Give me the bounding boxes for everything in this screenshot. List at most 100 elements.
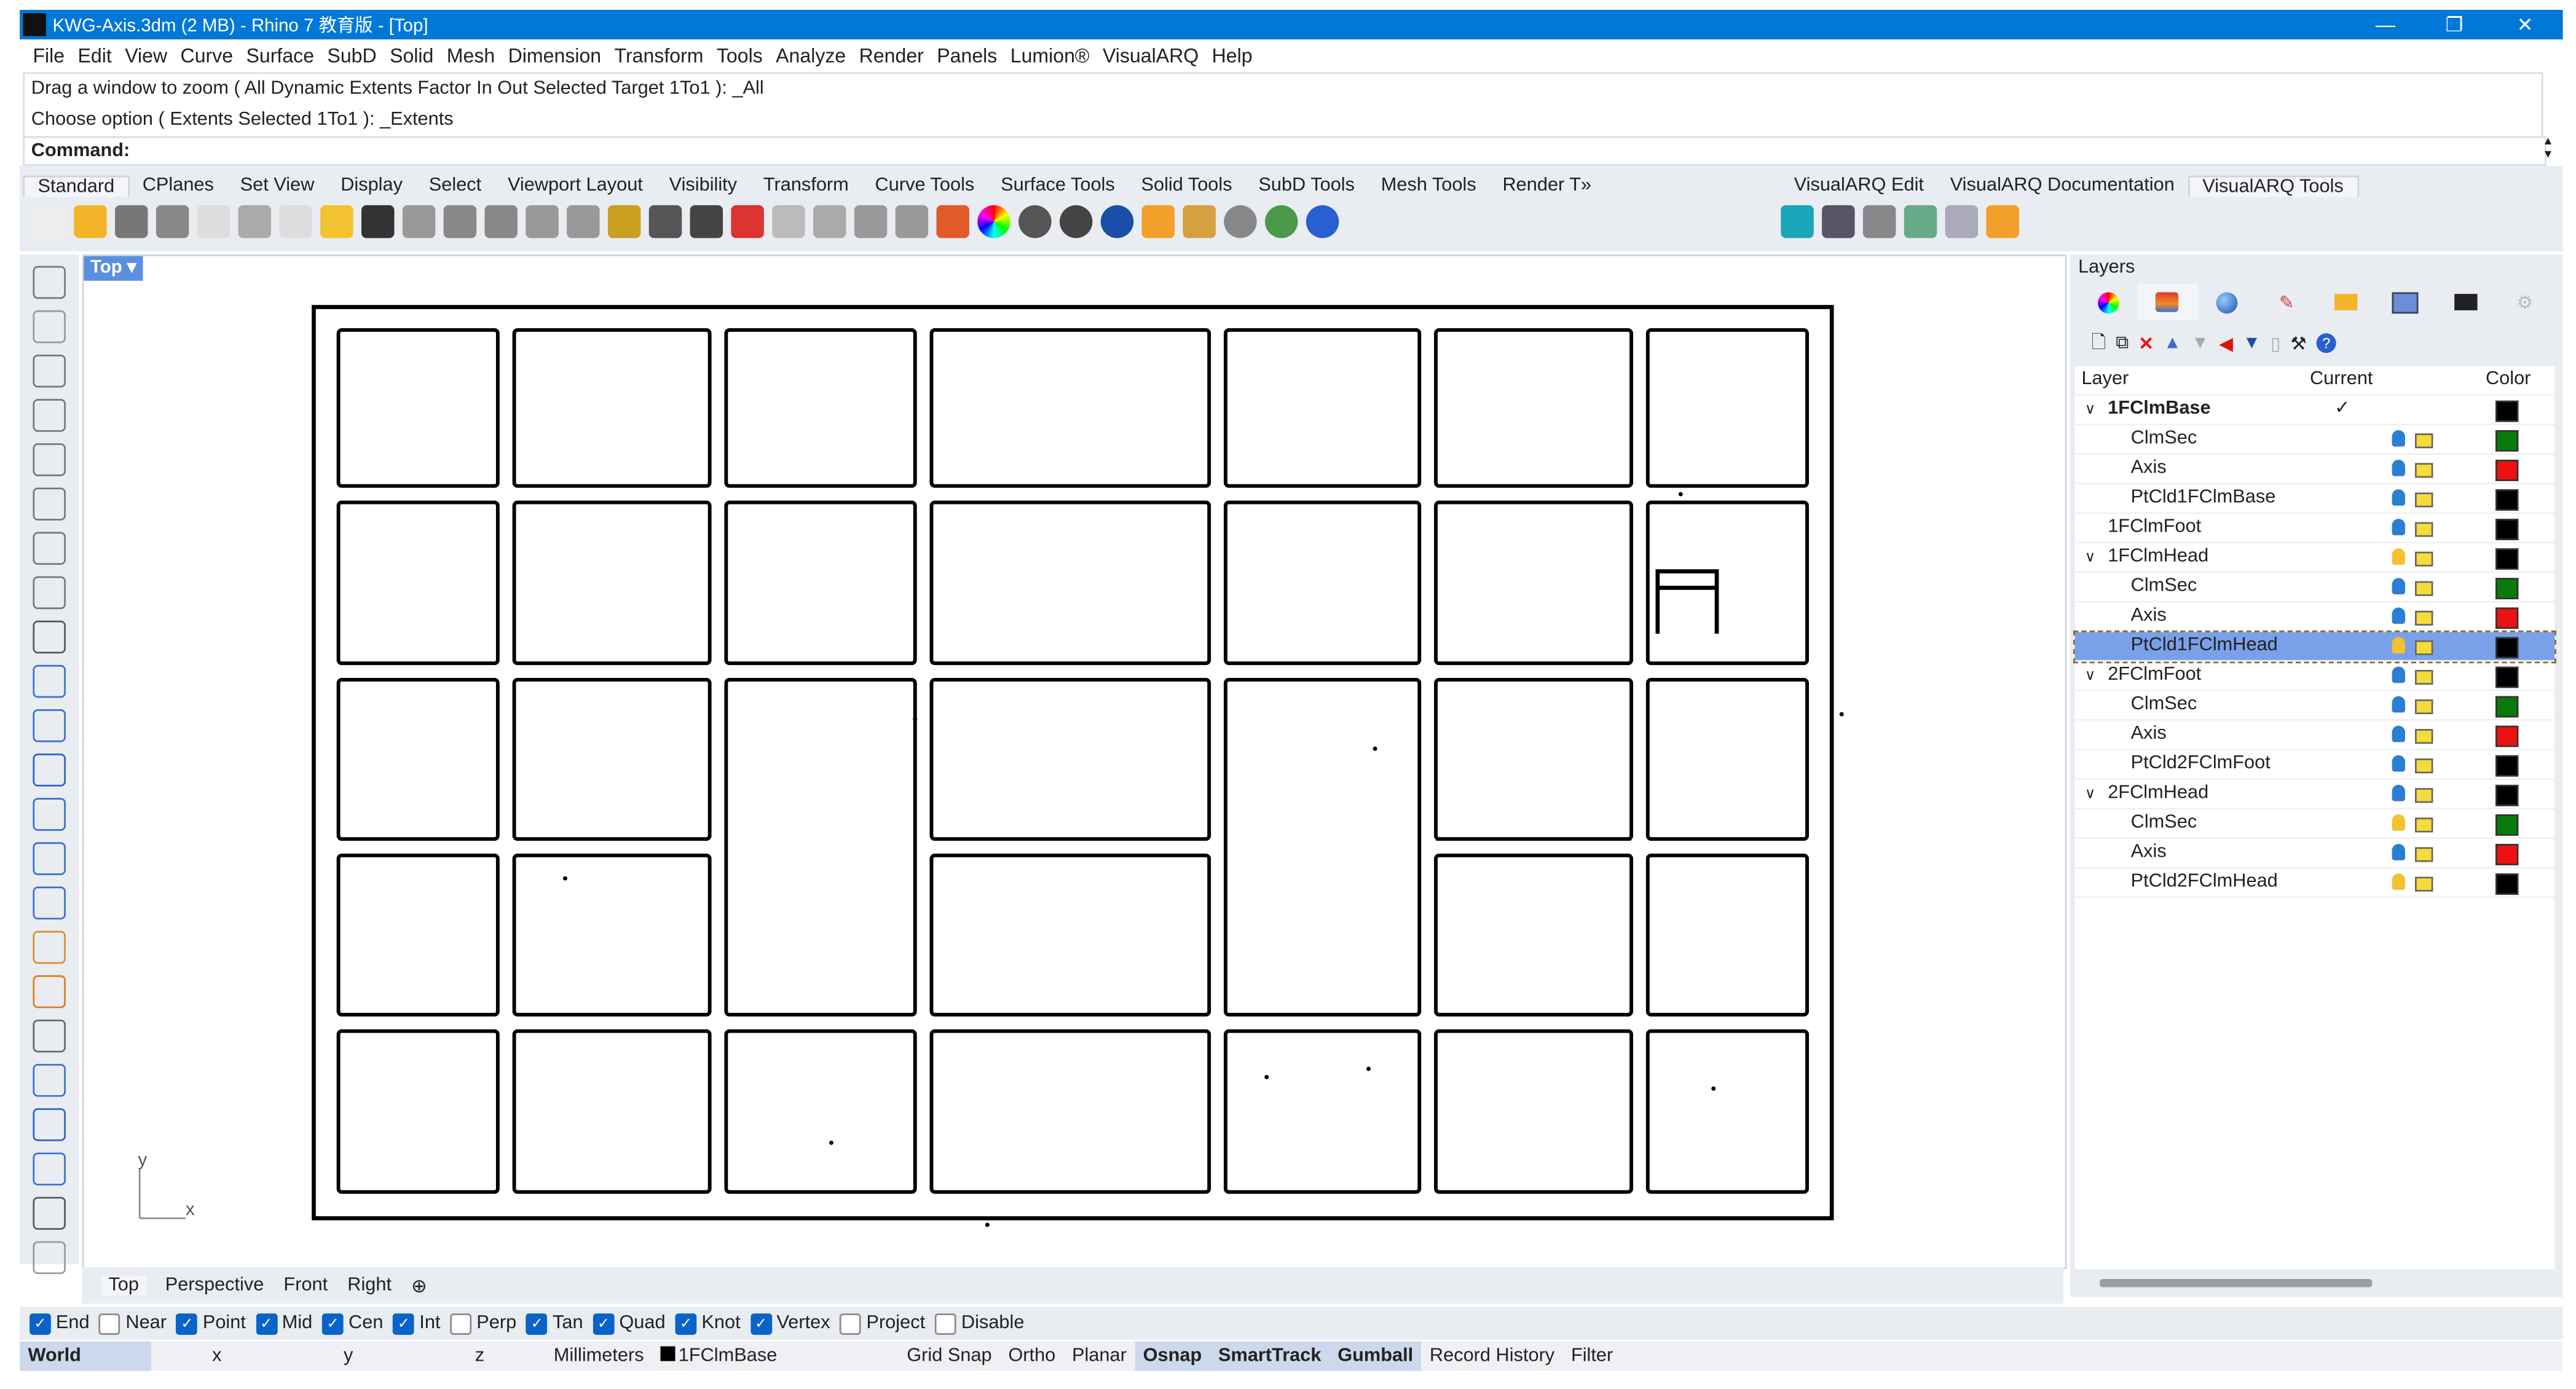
array-tool-icon[interactable]	[33, 1108, 66, 1141]
help-tab[interactable]	[2376, 284, 2436, 320]
color-wheel-icon[interactable]	[977, 205, 1010, 238]
lightbulb-icon[interactable]	[2392, 725, 2405, 742]
render-tab[interactable]	[2197, 284, 2257, 320]
toolbar-tab[interactable]: Viewport Layout	[495, 176, 656, 195]
menu-edit[interactable]: Edit	[78, 44, 112, 67]
extrude-tool-icon[interactable]	[33, 709, 66, 742]
menu-surface[interactable]: Surface	[246, 44, 315, 67]
lightbulb-icon[interactable]	[2392, 814, 2405, 831]
menu-tools[interactable]: Tools	[717, 44, 763, 67]
document-icon[interactable]	[1945, 205, 1979, 238]
viewport-tab[interactable]: Top	[101, 1275, 146, 1296]
lightbulb-icon[interactable]	[2392, 548, 2405, 565]
lightbulb-icon[interactable]	[2392, 519, 2405, 535]
toolbar-tab[interactable]: Mesh Tools	[1368, 176, 1489, 195]
toolbar-tab[interactable]: Render T»	[1489, 176, 1604, 195]
osnap-int[interactable]: ✓ Int	[393, 1312, 440, 1334]
group-tool-icon[interactable]	[33, 1152, 66, 1186]
point-tool-icon[interactable]	[33, 310, 66, 344]
menu-mesh[interactable]: Mesh	[447, 44, 495, 67]
menu-help[interactable]: Help	[1212, 44, 1253, 67]
menu-transform[interactable]: Transform	[615, 44, 704, 67]
layer-states-icon[interactable]: ▯	[2271, 332, 2280, 354]
unlock-icon[interactable]	[2415, 729, 2433, 744]
osnap-vertex[interactable]: ✓ Vertex	[750, 1312, 830, 1334]
light-icon[interactable]	[854, 205, 888, 238]
hide-tool-icon[interactable]	[33, 1197, 66, 1230]
help-icon[interactable]: ?	[2316, 333, 2336, 353]
grid-icon[interactable]	[772, 205, 805, 238]
layer-row[interactable]: Axis	[2074, 602, 2555, 632]
current-layer-indicator[interactable]: 1FClmBase	[652, 1342, 899, 1371]
menu-view[interactable]: View	[125, 44, 167, 67]
layer-color-swatch[interactable]	[2495, 548, 2519, 570]
shade-icon[interactable]	[1018, 205, 1052, 238]
layer-color-swatch[interactable]	[2495, 784, 2519, 806]
boolean-tool-icon[interactable]	[33, 798, 66, 831]
select-icon[interactable]	[1224, 205, 1257, 238]
unlock-icon[interactable]	[2415, 463, 2433, 478]
lightbulb-icon[interactable]	[2392, 666, 2405, 683]
new-layer-icon[interactable]: 🗋	[2091, 328, 2106, 359]
lightbulb-icon[interactable]	[2392, 459, 2405, 476]
circle-tool-icon[interactable]	[33, 443, 66, 476]
filter-icon[interactable]	[1141, 205, 1175, 238]
top-viewport[interactable]: Top ▾ y x	[82, 254, 2067, 1269]
explode-tool-icon[interactable]	[33, 931, 66, 964]
checkbox[interactable]: ✓	[750, 1312, 772, 1334]
checkbox[interactable]: ✓	[593, 1312, 615, 1334]
lightbulb-icon[interactable]	[2392, 784, 2405, 801]
display-tab[interactable]	[2435, 284, 2495, 320]
unlock-icon[interactable]	[2415, 788, 2433, 803]
viewport-tab[interactable]: ⊕	[411, 1274, 427, 1297]
zoom-extents-icon[interactable]	[567, 205, 600, 238]
tools-hammer-icon[interactable]: ⚒	[2290, 332, 2306, 354]
menu-visualarq[interactable]: VisualARQ	[1103, 44, 1199, 67]
lightbulb-icon[interactable]	[2392, 430, 2405, 447]
layer-color-swatch[interactable]	[2495, 578, 2519, 600]
unlock-icon[interactable]	[2415, 817, 2433, 833]
lightbulb-icon[interactable]	[2392, 607, 2405, 624]
table-icon[interactable]	[1904, 205, 1937, 238]
layer-color-swatch[interactable]	[2495, 666, 2519, 688]
curve-tool-icon[interactable]	[33, 399, 66, 432]
toolbar-tab[interactable]: Display	[328, 176, 416, 195]
save-icon[interactable]	[115, 205, 148, 238]
layer-row[interactable]: PtCld2FClmFoot	[2074, 750, 2555, 780]
unlock-icon[interactable]	[2415, 699, 2433, 715]
toggle-record-history[interactable]: Record History	[1422, 1342, 1563, 1371]
viewport-tab[interactable]: Perspective	[165, 1276, 264, 1296]
options-icon[interactable]	[1183, 205, 1216, 238]
filter-icon[interactable]: ▼	[2243, 333, 2261, 353]
osnap-knot[interactable]: ✓ Knot	[675, 1312, 741, 1334]
layer-color-swatch[interactable]	[2495, 637, 2519, 659]
menu-curve[interactable]: Curve	[181, 44, 234, 67]
undo-icon[interactable]	[361, 205, 395, 238]
menu-file[interactable]: File	[33, 44, 65, 67]
expand-chevron-icon[interactable]: ∨	[2085, 543, 2096, 571]
surface-tool-icon[interactable]	[33, 664, 66, 698]
door-icon[interactable]	[1862, 205, 1896, 238]
unlock-icon[interactable]	[2415, 640, 2433, 655]
cut-icon[interactable]	[238, 205, 272, 238]
layers-tab[interactable]	[2137, 284, 2197, 320]
layer-row[interactable]: Axis	[2074, 455, 2555, 485]
unlock-icon[interactable]	[2415, 433, 2433, 449]
osnap-project[interactable]: Project	[840, 1312, 925, 1334]
cplane-indicator[interactable]: World	[20, 1341, 151, 1371]
menu-lumion[interactable]: Lumion®	[1010, 44, 1090, 67]
layer-row[interactable]: Axis	[2074, 721, 2555, 750]
unlock-icon[interactable]	[2415, 551, 2433, 567]
osnap-mid[interactable]: ✓ Mid	[255, 1312, 312, 1334]
layer-row[interactable]: ClmSec	[2074, 809, 2555, 840]
toolbar-tab[interactable]: Set View	[227, 176, 328, 195]
units-label[interactable]: Millimeters	[545, 1342, 652, 1371]
copy-icon[interactable]	[279, 205, 312, 238]
layer-row[interactable]: PtCld1FClmHead	[2073, 630, 2556, 664]
toggle-filter[interactable]: Filter	[1563, 1342, 1621, 1371]
polyline-tool-icon[interactable]	[33, 355, 66, 388]
layer-row[interactable]: PtCld2FClmHead	[2074, 868, 2555, 899]
lock-icon[interactable]	[895, 205, 929, 238]
toolbar-tab[interactable]: CPlanes	[129, 176, 227, 195]
menu-dimension[interactable]: Dimension	[508, 44, 602, 67]
